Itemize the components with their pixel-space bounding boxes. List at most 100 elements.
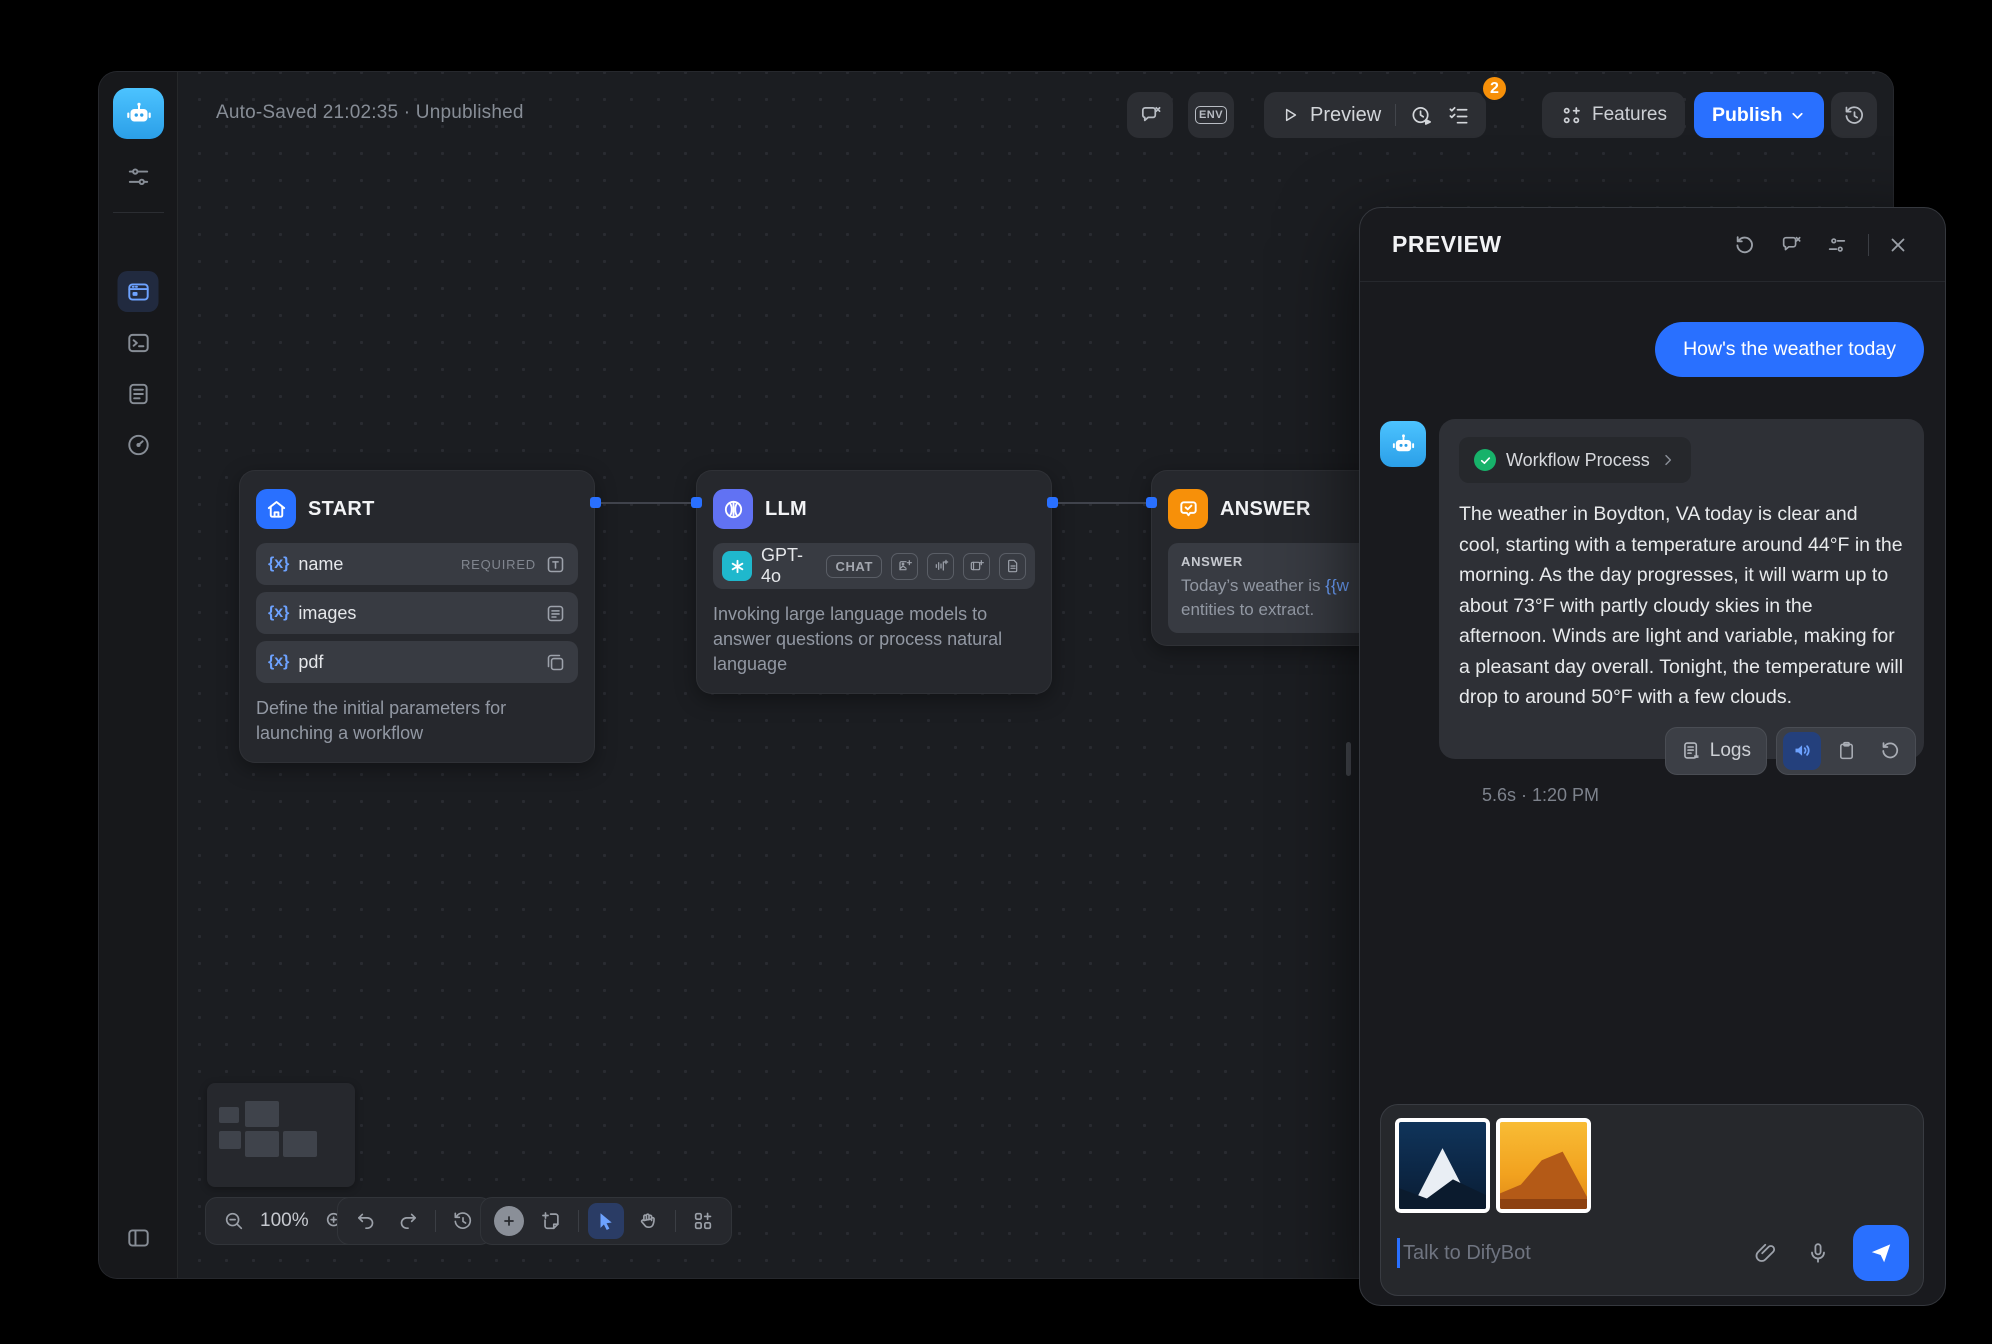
logs-button[interactable]: Logs [1665, 727, 1767, 775]
refresh-icon [1880, 740, 1901, 761]
variable-row-pdf: {x} pdf [256, 641, 578, 683]
organize-nodes-button[interactable] [685, 1203, 721, 1239]
checklist-badge: 2 [1480, 74, 1509, 103]
play-icon [1280, 105, 1300, 125]
version-history-button[interactable] [1831, 92, 1877, 138]
regenerate-button[interactable] [1871, 732, 1909, 770]
run-history-button[interactable] [1410, 104, 1433, 127]
preview-annotation-button[interactable] [1774, 228, 1808, 262]
attachment-thumbnail-mountain[interactable] [1395, 1118, 1490, 1213]
close-icon [1887, 234, 1909, 256]
restart-conversation-button[interactable] [1728, 228, 1762, 262]
variable-name: pdf [298, 652, 545, 673]
features-button[interactable]: Features [1542, 92, 1685, 138]
env-button[interactable]: ENV [1188, 92, 1234, 138]
chat-input-card [1380, 1104, 1924, 1296]
preview-run-button[interactable]: Preview [1280, 104, 1381, 127]
annotation-icon [1780, 234, 1802, 256]
zoom-out-button[interactable] [216, 1203, 252, 1239]
send-button[interactable] [1853, 1225, 1909, 1281]
sidebar-item-logs[interactable] [118, 373, 159, 414]
orchestrate-icon[interactable] [118, 156, 159, 197]
header-divider [1868, 234, 1869, 256]
add-note-button[interactable] [533, 1203, 569, 1239]
vision-capability-icon [891, 553, 918, 580]
collapse-panel-icon[interactable] [118, 1217, 159, 1258]
publish-button[interactable]: Publish [1694, 92, 1824, 138]
attach-file-button[interactable] [1749, 1236, 1783, 1270]
answer-input-handle[interactable] [1146, 497, 1157, 508]
copy-button[interactable] [1827, 732, 1865, 770]
annotation-button[interactable] [1127, 92, 1173, 138]
pointer-mode-button[interactable] [588, 1203, 624, 1239]
clipboard-icon [1836, 740, 1857, 761]
workflow-process-label: Workflow Process [1506, 450, 1650, 471]
logs-icon [1681, 740, 1702, 761]
restart-icon [1734, 234, 1756, 256]
preview-title: PREVIEW [1392, 231, 1716, 258]
chat-mode-badge: CHAT [826, 555, 882, 578]
canvas-minimap[interactable] [207, 1083, 355, 1187]
speaker-button[interactable] [1783, 732, 1821, 770]
app-logo[interactable] [113, 88, 164, 139]
document-capability-icon [999, 553, 1026, 580]
preview-settings-button[interactable] [1820, 228, 1854, 262]
close-preview-button[interactable] [1881, 228, 1915, 262]
bot-avatar [1380, 421, 1426, 467]
minimap-node [219, 1107, 239, 1123]
variable-prefix: {x} [268, 604, 289, 622]
variable-prefix: {x} [268, 653, 289, 671]
workflow-process-toggle[interactable]: Workflow Process [1459, 437, 1691, 483]
minimap-node [219, 1131, 241, 1149]
send-plane-icon [1868, 1240, 1894, 1266]
required-tag: REQUIRED [461, 557, 536, 572]
llm-output-handle[interactable] [1047, 497, 1058, 508]
llm-input-handle[interactable] [691, 497, 702, 508]
model-selector-row[interactable]: GPT-4o CHAT [713, 543, 1035, 589]
paragraph-icon [545, 603, 566, 624]
message-actions: Logs [1665, 727, 1916, 775]
speaker-icon [1792, 740, 1813, 761]
zoom-level[interactable]: 100% [258, 1210, 311, 1232]
voice-input-button[interactable] [1801, 1236, 1835, 1270]
chat-input[interactable] [1403, 1242, 1731, 1265]
bot-message-text: The weather in Boydton, VA today is clea… [1459, 499, 1904, 713]
minimap-node [245, 1101, 279, 1127]
toolbar-divider [675, 1210, 676, 1232]
hand-mode-button[interactable] [630, 1203, 666, 1239]
answer-bubble-icon [1168, 489, 1208, 529]
start-output-handle[interactable] [590, 497, 601, 508]
preview-header: PREVIEW [1360, 208, 1945, 282]
toolbar-divider [578, 1210, 579, 1232]
env-icon: ENV [1195, 106, 1227, 124]
home-icon [256, 489, 296, 529]
message-meta: 5.6s · 1:20 PM [1482, 785, 1924, 806]
user-message-bubble: How's the weather today [1655, 322, 1924, 377]
toolbar-divider [435, 1210, 436, 1232]
variable-row-images: {x} images [256, 592, 578, 634]
checklist-button[interactable] [1447, 104, 1470, 127]
preview-run-label: Preview [1310, 104, 1381, 127]
redo-button[interactable] [390, 1203, 426, 1239]
chat-area: How's the weather today Workflow Process… [1360, 282, 1945, 1305]
attached-images [1395, 1118, 1909, 1213]
start-node[interactable]: START {x} name REQUIRED {x} images {x} p… [239, 470, 595, 763]
model-name: GPT-4o [761, 545, 817, 587]
sidebar-item-terminal[interactable] [118, 322, 159, 363]
edge-llm-answer [1052, 502, 1151, 504]
add-node-button[interactable] [491, 1203, 527, 1239]
minimap-node [245, 1131, 279, 1157]
llm-node[interactable]: LLM GPT-4o CHAT Invoking large language … [696, 470, 1052, 694]
checklist-icon [1447, 104, 1470, 127]
llm-node-title: LLM [765, 498, 807, 521]
mode-toolbar [480, 1197, 732, 1245]
panel-resize-handle[interactable] [1346, 742, 1351, 776]
minimap-node [283, 1131, 317, 1157]
sidebar-item-orchestrate-active[interactable] [118, 271, 159, 312]
sidebar-item-monitoring[interactable] [118, 424, 159, 465]
sliders-icon [1826, 234, 1848, 256]
change-history-button[interactable] [445, 1203, 481, 1239]
undo-button[interactable] [348, 1203, 384, 1239]
llm-node-description: Invoking large language models to answer… [713, 602, 1035, 677]
attachment-thumbnail-sunset[interactable] [1496, 1118, 1591, 1213]
